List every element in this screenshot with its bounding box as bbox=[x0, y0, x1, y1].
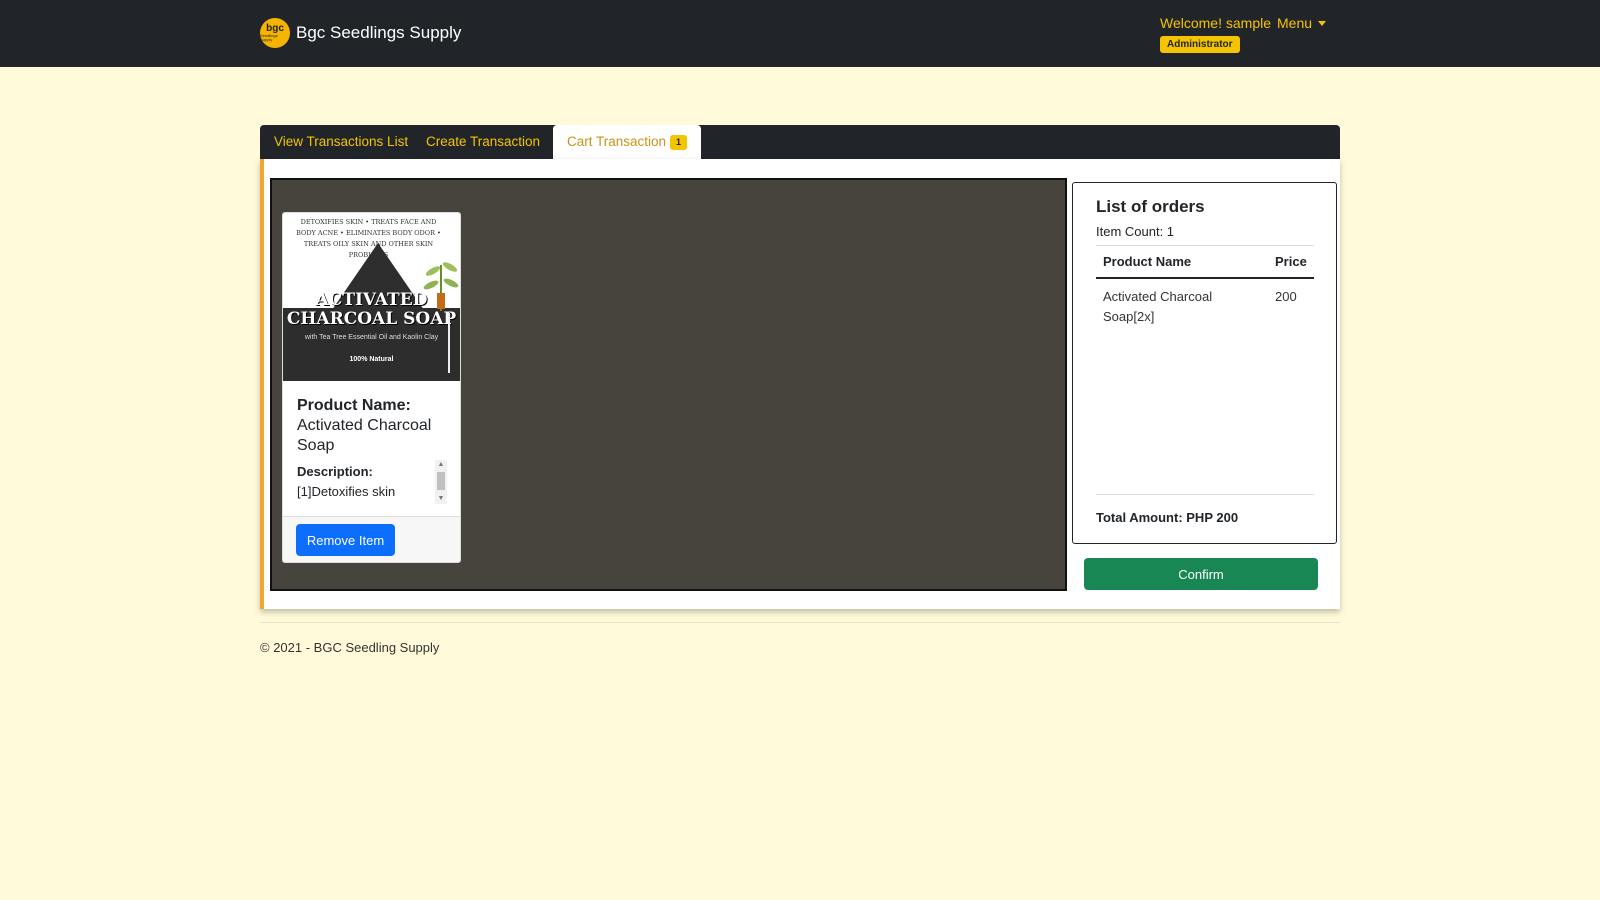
scroll-thumb[interactable] bbox=[437, 472, 445, 490]
top-navbar: bgc Seedlings Supply Bgc Seedlings Suppl… bbox=[0, 0, 1600, 67]
table-header-row: Product Name Price bbox=[1096, 245, 1314, 279]
product-name-label: Product Name: bbox=[297, 397, 411, 414]
caret-down-icon bbox=[1318, 21, 1327, 26]
order-price: 200 bbox=[1275, 289, 1297, 304]
product-image: DETOXIFIES SKIN • TREATS FACE AND BODY A… bbox=[283, 213, 460, 381]
role-badge: Administrator bbox=[1160, 36, 1240, 53]
product-image-title: ACTIVATED CHARCOAL SOAP bbox=[286, 290, 457, 329]
footer-divider bbox=[260, 622, 1340, 623]
brand-logo: bgc Seedlings Supply bbox=[260, 18, 290, 48]
product-image-subtitle: with Tea Tree Essential Oil and Kaolin C… bbox=[304, 334, 439, 341]
product-image-natural: 100% Natural bbox=[349, 356, 394, 363]
tab-create-transaction[interactable]: Create Transaction bbox=[412, 125, 554, 159]
tab-label: Cart Transaction bbox=[567, 134, 667, 149]
tab-cart-transaction[interactable]: Cart Transaction 1 bbox=[553, 125, 702, 159]
remove-item-button[interactable]: Remove Item bbox=[296, 524, 395, 556]
brand-link[interactable]: bgc Seedlings Supply Bgc Seedlings Suppl… bbox=[260, 18, 461, 48]
description-text: [1]Detoxifies skin bbox=[297, 484, 396, 499]
transaction-tabs: View Transactions List Create Transactio… bbox=[260, 125, 1340, 159]
footer-copyright: © 2021 - BGC Seedling Supply bbox=[260, 640, 440, 655]
description-label: Description: bbox=[297, 464, 373, 479]
order-list-panel: List of orders Item Count: 1 Product Nam… bbox=[1072, 182, 1337, 544]
cart-count-badge: 1 bbox=[670, 135, 688, 150]
description-scrollbar[interactable]: ▲ ▼ bbox=[435, 460, 447, 504]
table-row: Activated Charcoal Soap[2x] 200 bbox=[1096, 278, 1314, 335]
item-count: Item Count: 1 bbox=[1096, 224, 1175, 239]
menu-dropdown-toggle[interactable]: Menu bbox=[1277, 15, 1327, 31]
confirm-button[interactable]: Confirm bbox=[1084, 558, 1318, 590]
order-product-name: Activated Charcoal Soap[2x] bbox=[1103, 289, 1213, 324]
scroll-up-icon[interactable]: ▲ bbox=[435, 460, 447, 470]
tab-label: Create Transaction bbox=[426, 134, 541, 149]
divider bbox=[1096, 494, 1314, 495]
total-amount: Total Amount: PHP 200 bbox=[1096, 510, 1239, 525]
column-header-price: Price bbox=[1268, 245, 1314, 279]
cart-product-card: DETOXIFIES SKIN • TREATS FACE AND BODY A… bbox=[282, 212, 461, 563]
order-table: Product Name Price Activated Charcoal So… bbox=[1096, 245, 1314, 335]
product-name: Activated Charcoal Soap bbox=[297, 417, 432, 454]
scroll-down-icon[interactable]: ▼ bbox=[435, 494, 447, 504]
order-list-title: List of orders bbox=[1096, 197, 1205, 216]
tab-view-transactions[interactable]: View Transactions List bbox=[260, 125, 422, 159]
column-header-product: Product Name bbox=[1096, 245, 1268, 279]
product-card-footer: Remove Item bbox=[283, 516, 460, 562]
welcome-text: Welcome! sample bbox=[1160, 15, 1272, 31]
menu-label: Menu bbox=[1277, 15, 1313, 31]
brand-logo-subtext: Seedlings Supply bbox=[260, 33, 278, 42]
tab-label: View Transactions List bbox=[274, 134, 409, 149]
brand-name: Bgc Seedlings Supply bbox=[296, 23, 462, 42]
